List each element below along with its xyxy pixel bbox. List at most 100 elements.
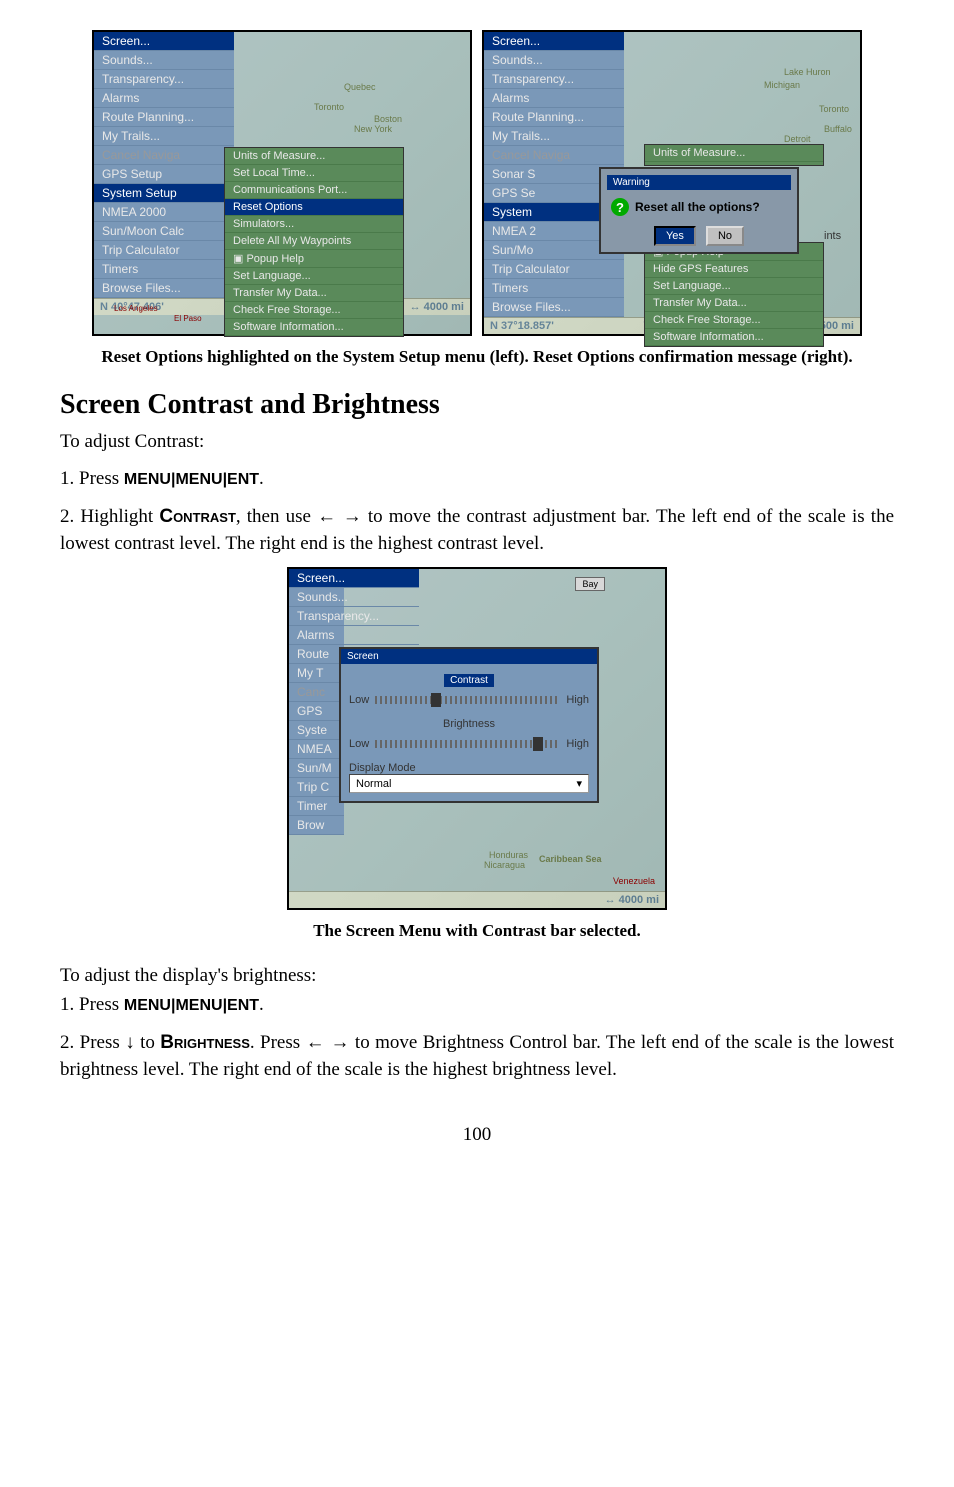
dialog-title: Warning [607,175,791,190]
chevron-down-icon: ▾ [576,777,582,790]
keycap-menu-b: MENU|MENU|ENT [124,997,259,1014]
map-label-newyork: New York [354,124,392,134]
contrast-slider[interactable]: Low High [349,694,589,706]
submenu-storage-r[interactable]: Check Free Storage... [645,312,823,329]
menu-screen-r[interactable]: Screen... [484,32,624,51]
submenu-units-r[interactable]: Units of Measure... [645,145,823,162]
menu-nmea[interactable]: NMEA 2000 [94,203,234,222]
no-button[interactable]: No [706,226,744,246]
map-label-lakehuron: Lake Huron [784,67,831,77]
mid-menu-syste[interactable]: Syste [289,721,344,740]
contrast-thumb[interactable] [431,693,441,707]
mid-menu-alarms[interactable]: Alarms [289,626,419,645]
page-number: 100 [60,1124,894,1146]
menu-tripcalc[interactable]: Trip Calculator [94,241,234,260]
high-label: High [566,694,589,706]
popup-title: Screen [341,649,597,664]
middle-screenshot: Bay Honduras Nicaragua Caribbean Sea Ven… [287,567,667,910]
right-screenshot: Lake Huron Michigan Toronto Buffalo Detr… [482,30,862,336]
mid-menu-gps[interactable]: GPS [289,702,344,721]
menu-gps-setup[interactable]: GPS Setup [94,165,234,184]
menu-trails[interactable]: My Trails... [94,127,234,146]
low-label-b: Low [349,738,369,750]
screen-settings-popup: Screen Contrast Low High Brightness Low … [339,647,599,803]
submenu-software-r[interactable]: Software Information... [645,329,823,346]
menu-cancel-nav-r[interactable]: Cancel Naviga [484,146,624,165]
mid-menu-myt[interactable]: My T [289,664,344,683]
submenu-language[interactable]: Set Language... [225,268,403,285]
submenu-lang-r[interactable]: Set Language... [645,278,823,295]
menu-tripcalc-r[interactable]: Trip Calculator [484,260,624,279]
brightness-step-2: 2. Press ↓ to Brightness. Press ← → to m… [60,1030,894,1083]
menu-screen[interactable]: Screen... [94,32,234,51]
menu-timers[interactable]: Timers [94,260,234,279]
submenu-transfer[interactable]: Transfer My Data... [225,285,403,302]
down-arrow-icon: ↓ [125,1032,135,1053]
map-label-elpaso: El Paso [174,314,202,323]
left-arrow-icon-b: ← [306,1032,331,1053]
menu-cancel-nav[interactable]: Cancel Naviga [94,146,234,165]
submenu-localtime[interactable]: Set Local Time... [225,165,403,182]
menu-browse-r[interactable]: Browse Files... [484,298,624,317]
brightness-step-1: 1. Press MENU|MENU|ENT. [60,992,894,1019]
brightness-slider[interactable]: Low High [349,738,589,750]
mid-menu-timer[interactable]: Timer [289,797,344,816]
menu-alarms-r[interactable]: Alarms [484,89,624,108]
submenu-software[interactable]: Software Information... [225,319,403,336]
dialog-message: Reset all the options? [635,200,760,214]
menu-alarms[interactable]: Alarms [94,89,234,108]
mid-menu-sunm[interactable]: Sun/M [289,759,344,778]
submenu-reset-options[interactable]: Reset Options [225,199,403,216]
left-arrow-icon: ← [317,506,343,527]
display-mode-dropdown[interactable]: Normal ▾ [349,774,589,793]
map-label-honduras: Honduras [489,850,528,860]
menu-transparency[interactable]: Transparency... [94,70,234,89]
question-icon: ? [611,198,629,216]
submenu-bottom-r: Popup Help Hide GPS Features Set Languag… [644,242,824,347]
submenu-simulators[interactable]: Simulators... [225,216,403,233]
contrast-step-1: 1. Press MENU|MENU|ENT. [60,466,894,493]
mid-menu-screen[interactable]: Screen... [289,569,419,588]
mid-menu-canc[interactable]: Canc [289,683,344,702]
submenu-delete-waypoints[interactable]: Delete All My Waypoints [225,233,403,250]
caption-1: Reset Options highlighted on the System … [100,346,854,369]
menu-transparency-r[interactable]: Transparency... [484,70,624,89]
map-label-quebec: Quebec [344,82,376,92]
submenu-hide-gps[interactable]: Hide GPS Features [645,261,823,278]
yes-button[interactable]: Yes [654,226,696,246]
left-screenshot: Quebec Toronto Boston New York San Franc… [92,30,472,336]
submenu-units[interactable]: Units of Measure... [225,148,403,165]
section-heading: Screen Contrast and Brightness [60,389,894,421]
menu-sounds-r[interactable]: Sounds... [484,51,624,70]
right-arrow-icon: → [343,506,362,527]
mid-menu-tripc[interactable]: Trip C [289,778,344,797]
submenu-transfer-r[interactable]: Transfer My Data... [645,295,823,312]
brightness-keyword: Brightness [160,1032,250,1053]
brightness-intro: To adjust the display's brightness: [60,963,894,990]
mid-menu-trans[interactable]: Transparency... [289,607,419,626]
brightness-thumb[interactable] [533,737,543,751]
menu-system-setup[interactable]: System Setup [94,184,234,203]
submenu-popup-help[interactable]: Popup Help [225,250,403,268]
mid-menu-sounds[interactable]: Sounds... [289,588,419,607]
system-setup-submenu: Units of Measure... Set Local Time... Co… [224,147,404,337]
contrast-slider-label: Contrast [444,674,494,687]
screenshot-center: Bay Honduras Nicaragua Caribbean Sea Ven… [60,567,894,910]
menu-sounds[interactable]: Sounds... [94,51,234,70]
menu-route-r[interactable]: Route Planning... [484,108,624,127]
menu-sunmoon[interactable]: Sun/Moon Calc [94,222,234,241]
keycap-menu: MENU|MENU|ENT [124,471,259,488]
menu-browse[interactable]: Browse Files... [94,279,234,298]
submenu-storage[interactable]: Check Free Storage... [225,302,403,319]
screenshot-row-top: Quebec Toronto Boston New York San Franc… [60,30,894,336]
map-label-toronto: Toronto [314,102,344,112]
menu-route[interactable]: Route Planning... [94,108,234,127]
mid-menu-brow[interactable]: Brow [289,816,344,835]
mid-menu-route[interactable]: Route [289,645,344,664]
high-label-b: High [566,738,589,750]
mid-menu-nmea[interactable]: NMEA [289,740,344,759]
menu-trails-r[interactable]: My Trails... [484,127,624,146]
submenu-top-r: Units of Measure... [644,144,824,166]
submenu-commport[interactable]: Communications Port... [225,182,403,199]
menu-timers-r[interactable]: Timers [484,279,624,298]
